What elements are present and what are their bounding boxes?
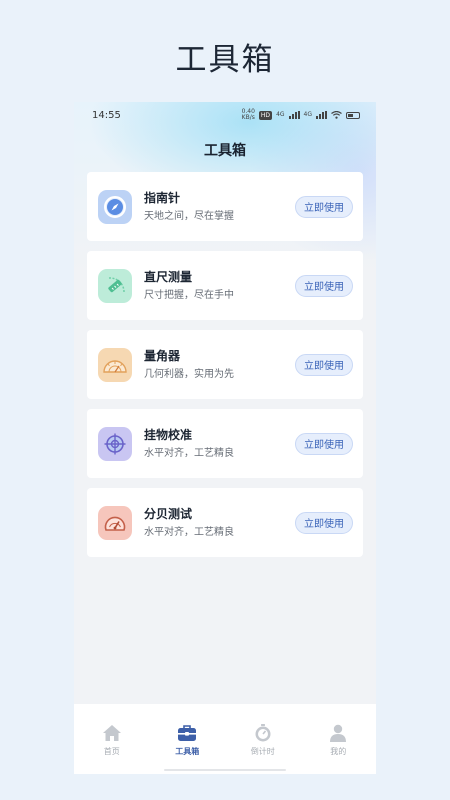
hd-icon: HD xyxy=(258,110,273,120)
tool-list: 指南针 天地之间，尽在掌握 立即使用 直尺测量 尺寸把握，尽在手中 立即使用 量… xyxy=(87,172,363,567)
wifi-icon xyxy=(331,111,342,119)
tool-card-hanging-calibration[interactable]: 挂物校准 水平对齐，工艺精良 立即使用 xyxy=(87,409,363,478)
network-4g-a: 4G xyxy=(276,111,285,118)
use-button-compass[interactable]: 立即使用 xyxy=(295,195,353,218)
use-button-protractor[interactable]: 立即使用 xyxy=(295,353,353,376)
nav-title: 工具箱 xyxy=(204,143,246,159)
compass-icon xyxy=(98,189,132,224)
status-bar: 14:55 0.40 KB/s HD 4G 4G xyxy=(74,102,376,128)
use-button-decibel[interactable]: 立即使用 xyxy=(295,511,353,534)
network-4g-b: 4G xyxy=(303,111,312,118)
net-speed: 0.40 KB/s xyxy=(241,108,255,121)
tool-desc: 水平对齐，工艺精良 xyxy=(144,527,234,538)
protractor-icon xyxy=(98,347,132,382)
tab-toolbox[interactable]: 工具箱 xyxy=(157,724,217,774)
tab-label: 倒计时 xyxy=(250,747,275,756)
tool-card-ruler[interactable]: 直尺测量 尺寸把握，尽在手中 立即使用 xyxy=(87,251,363,320)
stopwatch-icon xyxy=(253,724,273,742)
tool-name: 指南针 xyxy=(144,191,181,205)
tab-mine[interactable]: 我的 xyxy=(308,724,368,774)
home-indicator xyxy=(164,769,286,771)
tab-home[interactable]: 首页 xyxy=(82,724,142,774)
battery-icon xyxy=(346,111,360,119)
tool-desc: 水平对齐，工艺精良 xyxy=(144,448,234,459)
home-icon xyxy=(102,724,122,742)
user-icon xyxy=(328,724,348,742)
tab-label: 首页 xyxy=(103,747,120,756)
status-time: 14:55 xyxy=(92,109,121,121)
signal-icon-2 xyxy=(316,111,327,119)
tool-name: 量角器 xyxy=(144,349,181,363)
tab-label: 工具箱 xyxy=(175,747,200,756)
tab-countdown[interactable]: 倒计时 xyxy=(233,724,293,774)
tool-name: 分贝测试 xyxy=(144,507,193,521)
status-icons: 0.40 KB/s HD 4G 4G xyxy=(242,109,360,121)
use-button-ruler[interactable]: 立即使用 xyxy=(295,274,353,297)
ruler-icon xyxy=(98,268,132,303)
tool-desc: 尺寸把握，尽在手中 xyxy=(144,290,234,301)
tab-label: 我的 xyxy=(330,747,347,756)
tool-card-decibel[interactable]: 分贝测试 水平对齐，工艺精良 立即使用 xyxy=(87,488,363,557)
tool-desc: 天地之间，尽在掌握 xyxy=(144,211,234,222)
tool-card-protractor[interactable]: 量角器 几何利器，实用为先 立即使用 xyxy=(87,330,363,399)
phone-screen: 14:55 0.40 KB/s HD 4G 4G 工具箱 指南针 天地之间，尽在… xyxy=(74,102,376,774)
use-button-hanging-calibration[interactable]: 立即使用 xyxy=(295,432,353,455)
tool-name: 挂物校准 xyxy=(144,428,193,442)
decibel-meter-icon xyxy=(98,505,132,540)
crosshair-icon xyxy=(98,426,132,461)
page-heading: 工具箱 xyxy=(175,42,275,78)
tab-bar: 首页 工具箱 倒计时 我的 xyxy=(74,704,376,774)
toolbox-icon xyxy=(177,724,197,742)
signal-icon xyxy=(288,111,300,119)
tool-desc: 几何利器，实用为先 xyxy=(144,369,234,380)
tool-name: 直尺测量 xyxy=(144,270,193,284)
tool-card-compass[interactable]: 指南针 天地之间，尽在掌握 立即使用 xyxy=(87,172,363,241)
